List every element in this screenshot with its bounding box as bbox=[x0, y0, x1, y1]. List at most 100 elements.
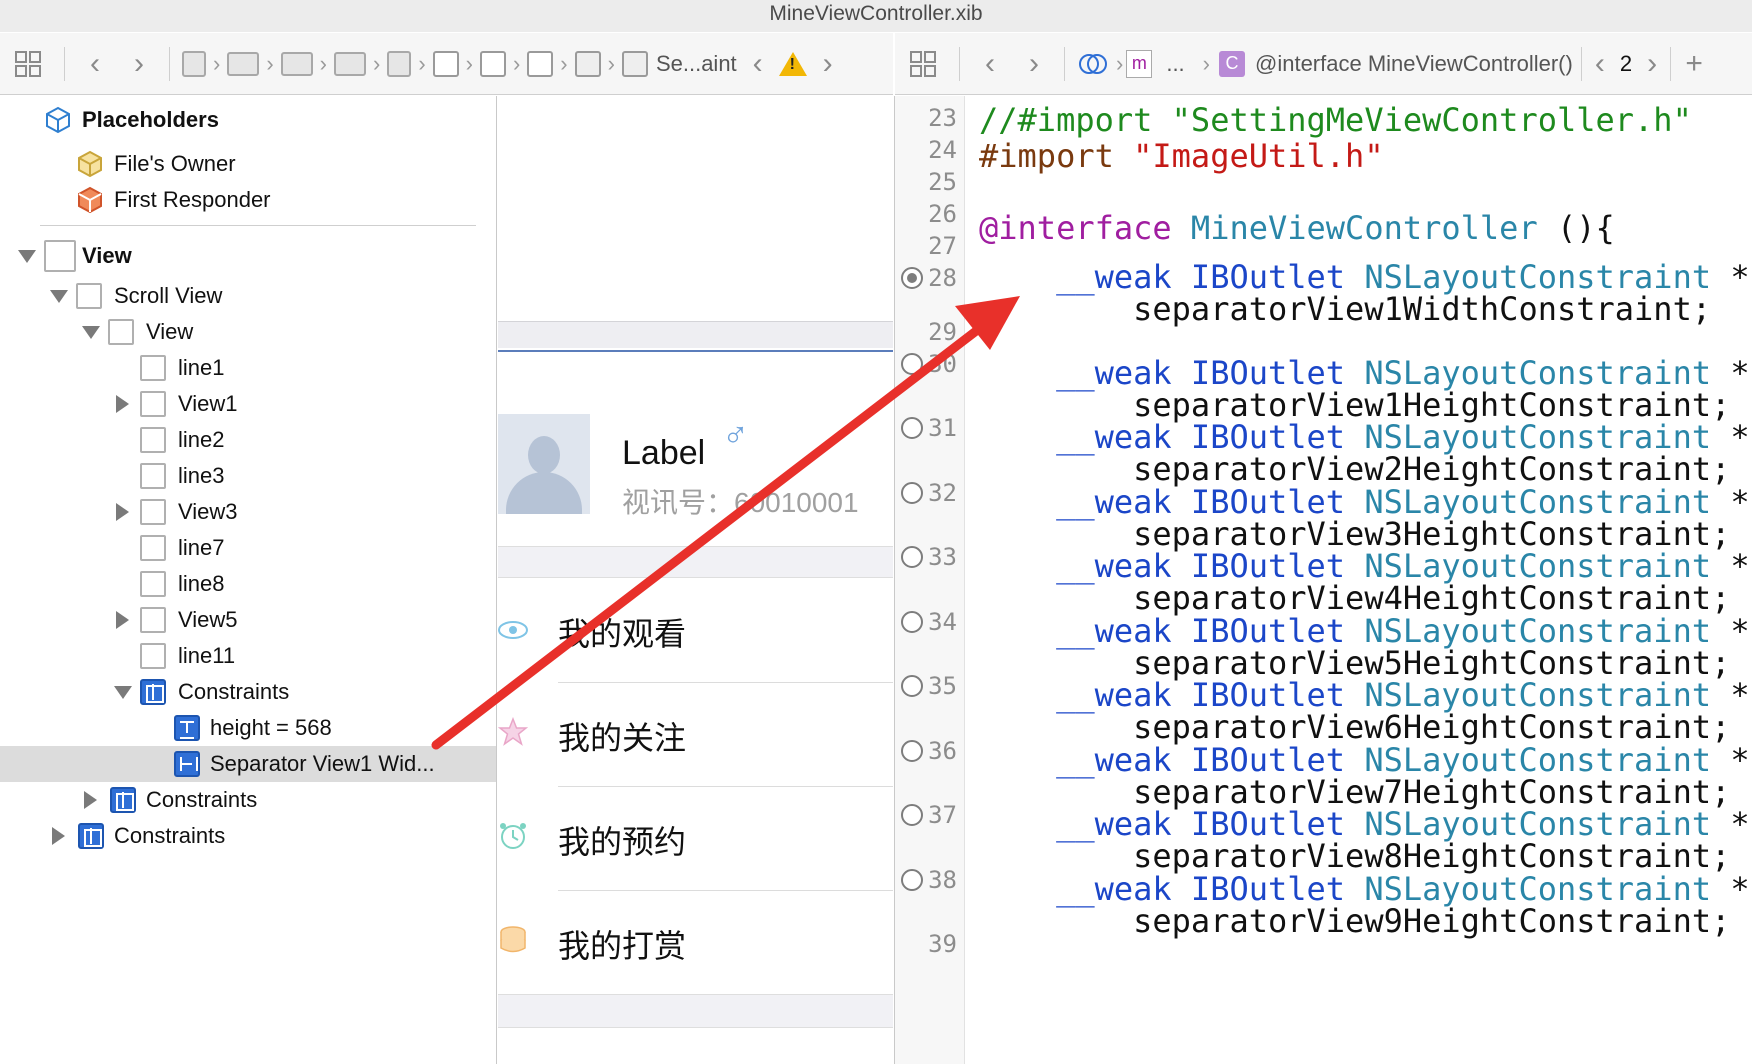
outlet-name[interactable]: separatorView4HeightConstraint; bbox=[979, 580, 1730, 616]
chevron-right-icon: › bbox=[213, 50, 221, 76]
folder-icon[interactable] bbox=[280, 51, 313, 76]
outlet-connection-icon[interactable] bbox=[901, 675, 923, 697]
chevron-right-icon: › bbox=[512, 50, 521, 76]
menu-item-reward[interactable]: 我的打赏 bbox=[498, 891, 893, 993]
outline-row-first-responder[interactable]: First Responder bbox=[0, 182, 496, 218]
outline-row-line8[interactable]: line8 bbox=[0, 566, 496, 602]
first-responder-label: First Responder bbox=[114, 187, 271, 212]
interface-breadcrumb[interactable]: @interface MineViewController() bbox=[1255, 51, 1573, 77]
related-items-icon[interactable] bbox=[0, 50, 56, 78]
outlet-connection-icon[interactable] bbox=[901, 869, 923, 891]
view-icon[interactable] bbox=[432, 50, 459, 77]
outline-row-separator-constraint[interactable]: Separator View1 Wid... bbox=[0, 746, 496, 782]
back-arrow-icon[interactable]: ‹ bbox=[73, 47, 117, 81]
next-issue-icon[interactable]: › bbox=[813, 47, 843, 81]
disclosure-triangle-icon[interactable] bbox=[50, 290, 68, 303]
line-number: 29 bbox=[928, 318, 957, 346]
disclosure-triangle-icon[interactable] bbox=[18, 250, 36, 263]
related-items-icon[interactable] bbox=[895, 50, 951, 78]
outlet-connection-icon[interactable] bbox=[901, 353, 923, 375]
warning-icon[interactable] bbox=[778, 51, 807, 76]
disclosure-triangle-icon[interactable] bbox=[84, 791, 97, 809]
outlet-connection-icon[interactable] bbox=[901, 611, 923, 633]
outlet-connection-icon[interactable] bbox=[901, 417, 923, 439]
view-icon bbox=[140, 571, 166, 597]
outlet-name[interactable]: separatorView2HeightConstraint; bbox=[979, 451, 1730, 487]
line1-label: line1 bbox=[178, 355, 225, 380]
file-icon[interactable] bbox=[387, 50, 412, 77]
breadcrumb-ellipsis[interactable]: ... bbox=[1166, 51, 1184, 77]
outlet-name[interactable]: separatorView8HeightConstraint; bbox=[979, 838, 1730, 874]
next-counterpart-icon[interactable]: › bbox=[1642, 47, 1662, 81]
outline-row-inner-view[interactable]: View bbox=[0, 314, 496, 350]
avatar[interactable] bbox=[498, 414, 590, 514]
outlet-name[interactable]: separatorView6HeightConstraint; bbox=[979, 709, 1730, 745]
outline-row-view1[interactable]: View1 bbox=[0, 386, 496, 422]
interface-builder-canvas[interactable]: Label ♂ 视讯号：60010001 我的观看 我的关注 我的预约 我的打赏 bbox=[498, 96, 893, 1064]
m-file-icon[interactable]: m bbox=[1126, 49, 1153, 78]
back-arrow-icon[interactable]: ‹ bbox=[968, 47, 1012, 81]
folder-icon[interactable] bbox=[333, 51, 366, 76]
outline-row-line3[interactable]: line3 bbox=[0, 458, 496, 494]
add-editor-button[interactable]: + bbox=[1679, 47, 1709, 81]
menu-item-watch[interactable]: 我的观看 bbox=[498, 579, 893, 681]
outline-row-line2[interactable]: line2 bbox=[0, 422, 496, 458]
menu-item-label: 我的关注 bbox=[558, 720, 687, 756]
outline-row-view[interactable]: View bbox=[0, 234, 496, 278]
outline-row-height-constraint[interactable]: height = 568 bbox=[0, 710, 496, 746]
outlet-connection-icon[interactable] bbox=[901, 482, 923, 504]
xib-file-icon[interactable] bbox=[182, 50, 206, 77]
menu-item-label: 我的观看 bbox=[558, 616, 687, 652]
connected-outlet-icon[interactable] bbox=[901, 267, 923, 289]
prev-issue-icon[interactable]: ‹ bbox=[743, 47, 773, 81]
code-line-23[interactable]: //#import "SettingMeViewController.h" bbox=[979, 102, 1692, 138]
code-line-24[interactable]: #import "ImageUtil.h" bbox=[979, 138, 1384, 174]
menu-item-follow[interactable]: 我的关注 bbox=[498, 683, 893, 785]
outline-row-constraints-scroll[interactable]: Constraints bbox=[0, 782, 496, 818]
placeholders-cube-icon bbox=[46, 106, 70, 134]
forward-arrow-icon[interactable]: › bbox=[117, 47, 161, 81]
disclosure-triangle-icon[interactable] bbox=[116, 503, 129, 521]
disclosure-triangle-icon[interactable] bbox=[52, 827, 65, 845]
view-icon[interactable] bbox=[479, 50, 506, 77]
outline-row-view5[interactable]: View5 bbox=[0, 602, 496, 638]
outlet-connection-icon[interactable] bbox=[901, 804, 923, 826]
disclosure-triangle-icon[interactable] bbox=[116, 611, 129, 629]
chevron-right-icon: › bbox=[418, 50, 426, 76]
outline-row-scroll-view[interactable]: Scroll View bbox=[0, 278, 496, 314]
outlet-name[interactable]: separatorView1WidthConstraint; bbox=[979, 291, 1711, 327]
disclosure-triangle-icon[interactable] bbox=[82, 326, 100, 339]
outline-row-constraints-view[interactable]: Constraints bbox=[0, 818, 496, 854]
menu-item-reservation[interactable]: 我的预约 bbox=[498, 787, 893, 889]
width-constraint-icon[interactable] bbox=[621, 50, 648, 77]
line8-label: line8 bbox=[178, 571, 225, 596]
class-icon[interactable]: C bbox=[1219, 50, 1245, 77]
folder-icon[interactable] bbox=[227, 51, 260, 76]
outline-row-line11[interactable]: line11 bbox=[0, 638, 496, 674]
disclosure-triangle-icon[interactable] bbox=[116, 395, 129, 413]
line-number: 26 bbox=[928, 200, 957, 228]
outline-row-line1[interactable]: line1 bbox=[0, 350, 496, 386]
height-constraint-icon bbox=[174, 715, 200, 741]
outlet-connection-icon[interactable] bbox=[901, 740, 923, 762]
breadcrumb-current[interactable]: Se...aint bbox=[656, 51, 737, 77]
star-icon bbox=[498, 717, 528, 746]
outline-row-constraints-inner[interactable]: Constraints bbox=[0, 674, 496, 710]
outlet-connection-icon[interactable] bbox=[901, 546, 923, 568]
forward-arrow-icon[interactable]: › bbox=[1012, 47, 1056, 81]
outline-row-files-owner[interactable]: File's Owner bbox=[0, 146, 496, 182]
male-gender-icon: ♂ bbox=[722, 414, 749, 455]
code-editor[interactable]: 23 24 25 26 27 28 29 30 31 32 33 34 35 36 37 38 39 //#im… bbox=[894, 96, 1752, 1064]
disclosure-triangle-icon[interactable] bbox=[114, 686, 132, 699]
alarm-clock-icon bbox=[500, 823, 526, 849]
assistant-editor-icon[interactable] bbox=[1073, 51, 1113, 77]
constraints-icon[interactable] bbox=[574, 50, 601, 77]
comment-import: //#import "SettingMeViewController.h" bbox=[979, 101, 1692, 139]
prev-counterpart-icon[interactable]: ‹ bbox=[1590, 47, 1610, 81]
outline-row-placeholders[interactable]: Placeholders bbox=[0, 102, 496, 138]
outlet-name[interactable]: separatorView9HeightConstraint; bbox=[979, 903, 1730, 939]
outline-row-line7[interactable]: line7 bbox=[0, 530, 496, 566]
code-line-26[interactable]: @interface MineViewController (){ bbox=[979, 210, 1615, 246]
view-icon[interactable] bbox=[527, 50, 554, 77]
outline-row-view3[interactable]: View3 bbox=[0, 494, 496, 530]
